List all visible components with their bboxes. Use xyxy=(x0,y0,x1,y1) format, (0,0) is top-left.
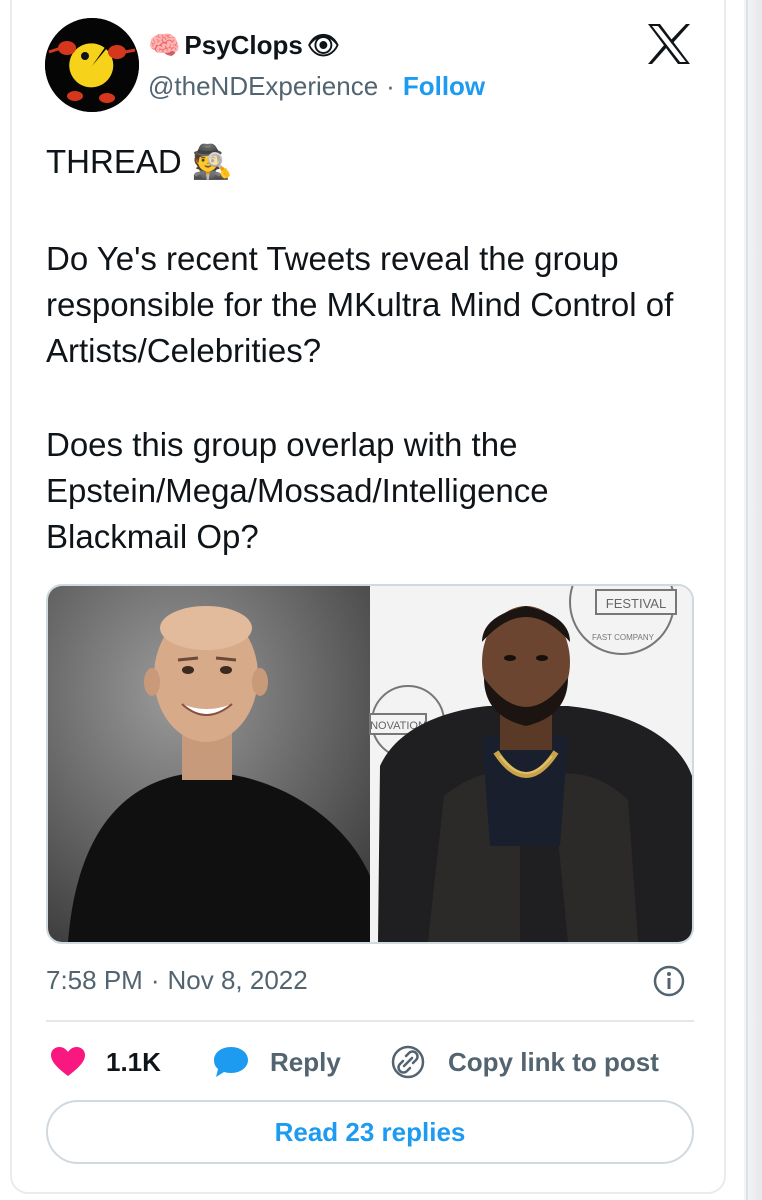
copy-link-button[interactable]: Copy link to post xyxy=(390,1042,659,1082)
post-timestamp[interactable]: 7:58 PM · Nov 8, 2022 xyxy=(46,962,308,998)
heart-icon xyxy=(51,1047,85,1076)
read-replies-button[interactable]: Read 23 replies xyxy=(46,1100,694,1164)
right-person-photo: FESTIVAL FAST COMPANY NOVATION xyxy=(369,586,692,942)
detective-emoji: 🕵️ xyxy=(191,142,233,180)
reply-button[interactable]: Reply xyxy=(212,1042,341,1082)
timestamp-separator: · xyxy=(150,964,160,995)
post-paragraph-2: Does this group overlap with the Epstein… xyxy=(46,426,549,555)
link-icon xyxy=(391,1045,425,1079)
post-date: Nov 8, 2022 xyxy=(167,964,308,995)
left-person-photo xyxy=(48,586,370,942)
brain-emoji: 🧠 xyxy=(148,29,181,60)
thread-label: THREAD xyxy=(46,143,182,180)
copy-link-label: Copy link to post xyxy=(448,1046,659,1077)
author-handle[interactable]: @theNDExperience xyxy=(148,71,378,102)
post-media-image[interactable]: FESTIVAL FAST COMPANY NOVATION xyxy=(46,584,694,944)
post-paragraph-1: Do Ye's recent Tweets reveal the group r… xyxy=(46,240,674,369)
photo-collage: FESTIVAL FAST COMPANY NOVATION xyxy=(48,586,692,942)
author-handle-row: @theNDExperience · Follow xyxy=(148,70,485,102)
post-time: 7:58 PM xyxy=(46,964,143,995)
eye-emoji: 👁 xyxy=(306,29,340,60)
page-edge-line xyxy=(746,0,748,1200)
pacman-boxer-icon xyxy=(45,18,139,112)
festival-badge-text: FESTIVAL xyxy=(606,596,666,611)
fast-company-text: FAST COMPANY xyxy=(592,633,655,642)
handle-separator: · xyxy=(386,70,395,101)
follow-button[interactable]: Follow xyxy=(403,71,485,102)
x-logo-icon[interactable] xyxy=(646,22,692,66)
thread-label-row: THREAD 🕵️ xyxy=(46,140,233,184)
like-count: 1.1K xyxy=(106,1046,161,1077)
author-name-row[interactable]: 🧠 PsyClops 👁 xyxy=(148,28,340,62)
divider xyxy=(46,1020,694,1022)
info-icon[interactable] xyxy=(652,964,686,998)
like-button[interactable]: 1.1K xyxy=(50,1042,161,1082)
avatar[interactable] xyxy=(45,18,139,112)
reply-label: Reply xyxy=(270,1046,341,1077)
reply-bubble-icon xyxy=(214,1047,248,1077)
author-name[interactable]: PsyClops xyxy=(184,30,303,61)
